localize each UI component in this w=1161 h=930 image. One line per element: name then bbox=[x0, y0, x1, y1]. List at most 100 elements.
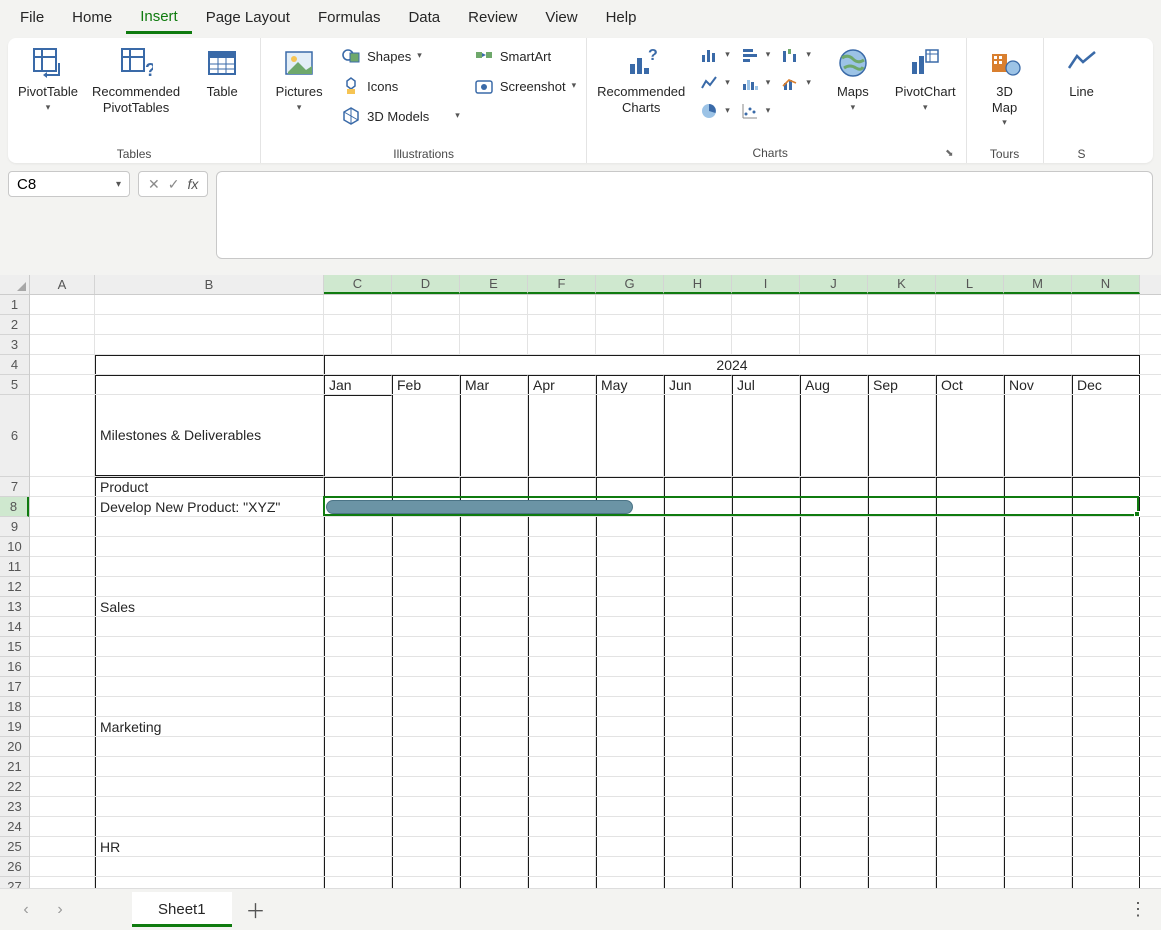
cell[interactable] bbox=[800, 857, 868, 876]
cell[interactable] bbox=[1072, 737, 1140, 756]
menu-formulas[interactable]: Formulas bbox=[304, 2, 395, 32]
cell[interactable] bbox=[460, 617, 528, 636]
cell[interactable] bbox=[30, 597, 95, 616]
cell[interactable] bbox=[95, 557, 324, 576]
cell[interactable] bbox=[460, 295, 528, 314]
cell[interactable] bbox=[528, 335, 596, 354]
cell[interactable]: Develop New Product: "XYZ" bbox=[95, 497, 324, 516]
cell[interactable] bbox=[596, 335, 664, 354]
cell[interactable]: Jun bbox=[664, 375, 732, 394]
row-header[interactable]: 25 bbox=[0, 837, 29, 857]
gantt-bar[interactable] bbox=[326, 500, 633, 514]
recommended-pivottables-button[interactable]: ? Recommended PivotTables bbox=[92, 44, 180, 115]
cell[interactable] bbox=[732, 797, 800, 816]
chart-combo-button[interactable]: ▾ bbox=[780, 72, 811, 94]
recommended-charts-button[interactable]: ? Recommended Charts bbox=[597, 44, 685, 115]
cell[interactable] bbox=[732, 637, 800, 656]
cell[interactable] bbox=[30, 497, 95, 516]
cell[interactable] bbox=[936, 597, 1004, 616]
col-header[interactable]: N bbox=[1072, 275, 1140, 294]
cell[interactable] bbox=[1004, 697, 1072, 716]
cell[interactable] bbox=[95, 737, 324, 756]
cell[interactable] bbox=[664, 657, 732, 676]
cell[interactable] bbox=[528, 877, 596, 888]
cell[interactable] bbox=[800, 717, 868, 736]
cell[interactable] bbox=[324, 295, 392, 314]
cell[interactable] bbox=[732, 857, 800, 876]
col-header[interactable]: G bbox=[596, 275, 664, 294]
cell[interactable] bbox=[392, 597, 460, 616]
cell[interactable]: Jan bbox=[324, 375, 392, 394]
cell[interactable] bbox=[800, 517, 868, 536]
cell[interactable] bbox=[528, 577, 596, 596]
cell[interactable] bbox=[1004, 877, 1072, 888]
cell[interactable] bbox=[936, 657, 1004, 676]
cell[interactable] bbox=[1004, 717, 1072, 736]
cell[interactable] bbox=[324, 557, 392, 576]
chevron-down-icon[interactable]: ▾ bbox=[114, 179, 123, 190]
cell[interactable] bbox=[936, 677, 1004, 696]
cell[interactable]: Sales bbox=[95, 597, 324, 616]
cell[interactable] bbox=[936, 797, 1004, 816]
cell[interactable] bbox=[528, 315, 596, 334]
cell[interactable] bbox=[528, 295, 596, 314]
cell[interactable] bbox=[664, 597, 732, 616]
cell[interactable] bbox=[30, 617, 95, 636]
cell[interactable] bbox=[1004, 617, 1072, 636]
cell[interactable] bbox=[800, 877, 868, 888]
cell[interactable] bbox=[664, 557, 732, 576]
row-header[interactable]: 5 bbox=[0, 375, 29, 395]
cell[interactable] bbox=[1004, 557, 1072, 576]
cell[interactable] bbox=[392, 657, 460, 676]
row-header[interactable]: 27 bbox=[0, 877, 29, 888]
cell[interactable] bbox=[324, 617, 392, 636]
cell[interactable]: Jul bbox=[732, 375, 800, 394]
cell[interactable] bbox=[30, 877, 95, 888]
cell[interactable] bbox=[596, 837, 664, 856]
cell[interactable] bbox=[460, 757, 528, 776]
cell[interactable] bbox=[392, 857, 460, 876]
cell[interactable] bbox=[460, 857, 528, 876]
cell[interactable] bbox=[460, 517, 528, 536]
cell[interactable] bbox=[868, 557, 936, 576]
smartart-button[interactable]: SmartArt bbox=[474, 44, 576, 68]
row-header[interactable]: 20 bbox=[0, 737, 29, 757]
chart-waterfall-button[interactable]: ▾ bbox=[780, 44, 811, 66]
cell[interactable] bbox=[732, 557, 800, 576]
cell[interactable] bbox=[30, 375, 95, 394]
cell[interactable] bbox=[732, 837, 800, 856]
cell[interactable] bbox=[1004, 677, 1072, 696]
cell[interactable]: May bbox=[596, 375, 664, 394]
cell[interactable] bbox=[1004, 817, 1072, 836]
col-header[interactable]: I bbox=[732, 275, 800, 294]
cell[interactable] bbox=[1004, 295, 1072, 314]
cell[interactable] bbox=[95, 677, 324, 696]
cell[interactable] bbox=[1004, 315, 1072, 334]
cell[interactable] bbox=[800, 677, 868, 696]
cell[interactable] bbox=[528, 657, 596, 676]
cell[interactable] bbox=[596, 295, 664, 314]
cell[interactable] bbox=[1004, 597, 1072, 616]
cell[interactable]: 2024 bbox=[324, 355, 1140, 374]
cell[interactable] bbox=[800, 597, 868, 616]
formula-enter-button[interactable]: ✓ bbox=[165, 176, 183, 193]
cell[interactable] bbox=[1072, 637, 1140, 656]
cell[interactable] bbox=[528, 537, 596, 556]
cell[interactable] bbox=[868, 517, 936, 536]
cell[interactable] bbox=[30, 777, 95, 796]
cell[interactable] bbox=[392, 817, 460, 836]
cell[interactable] bbox=[95, 355, 324, 374]
cell[interactable] bbox=[1004, 395, 1072, 476]
cell[interactable] bbox=[868, 877, 936, 888]
cell[interactable] bbox=[528, 677, 596, 696]
cell[interactable] bbox=[324, 577, 392, 596]
cell[interactable] bbox=[1004, 537, 1072, 556]
cell[interactable] bbox=[800, 315, 868, 334]
cell[interactable] bbox=[936, 517, 1004, 536]
cell[interactable] bbox=[528, 477, 596, 496]
cell[interactable] bbox=[1072, 717, 1140, 736]
cell[interactable] bbox=[392, 517, 460, 536]
cell[interactable] bbox=[30, 355, 95, 374]
cell[interactable] bbox=[868, 395, 936, 476]
cell[interactable] bbox=[936, 617, 1004, 636]
